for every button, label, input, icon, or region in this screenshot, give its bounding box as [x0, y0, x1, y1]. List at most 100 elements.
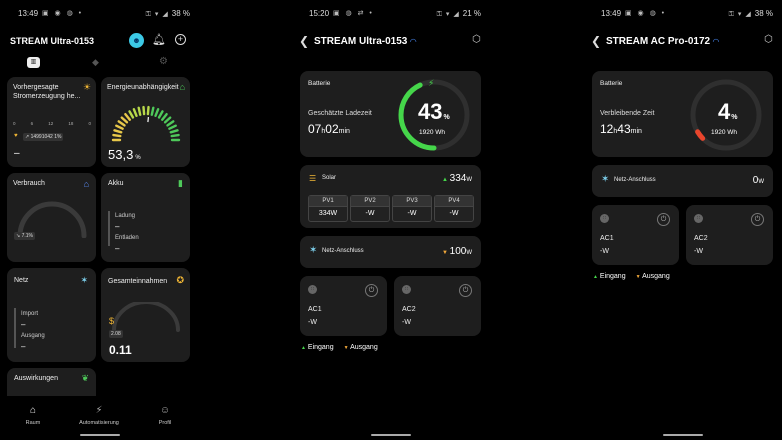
consumption-card[interactable]: Verbrauch ⌂ ↘ 7.1% — [7, 173, 96, 262]
ac1-power-button[interactable]: ⏻ — [657, 213, 670, 226]
ac1-card[interactable]: ∷ ⏻ AC1 -W — [300, 276, 387, 336]
percent-number: 4 — [718, 99, 731, 124]
gauge-tick — [117, 120, 126, 127]
solar-card[interactable]: ☰ Solar ▲ 334W PV1 334W PV2 -W PV3 -W PV4 -W — [300, 165, 481, 228]
ac2-power-button[interactable]: ⏻ — [751, 213, 764, 226]
phone-device-detail-2: 13:49 ▣ ◉ ◍ • ⚿ ▾ ◢ 38 % ❮ STREAM AC Pro-… — [583, 0, 782, 440]
settings-icon[interactable]: ⬡ — [764, 34, 773, 45]
import-value: – — [21, 320, 26, 329]
income-card[interactable]: Gesamteinnahmen ✪ $ 2.08 0.11 — [101, 268, 190, 362]
assistant-avatar-icon[interactable]: ☻ — [129, 33, 144, 48]
solar-unit: W — [466, 177, 472, 183]
grid-card[interactable]: ✶ Netz-Anschluss ▼ 100W — [300, 236, 481, 268]
scale-tick: 0 — [13, 121, 16, 126]
legend-input: Eingang — [599, 273, 626, 280]
ac1-power-button[interactable]: ⏻ — [365, 284, 378, 297]
import-label: Import — [21, 311, 39, 317]
battery-label: Batterie — [600, 80, 623, 87]
nav-automation[interactable]: ⚡ Automatisierung — [69, 405, 129, 426]
back-icon[interactable]: ❮ — [591, 34, 601, 48]
settings-icon[interactable]: ⬡ — [472, 34, 481, 45]
back-icon[interactable]: ❮ — [299, 34, 309, 48]
home-indicator[interactable] — [371, 434, 411, 436]
estimate-time: 07h02min — [308, 122, 350, 136]
grid-card[interactable]: Netz ✶ Import – Ausgang – — [7, 268, 96, 362]
add-icon[interactable]: + — [175, 34, 186, 45]
pv-name: PV1 — [309, 196, 347, 207]
nav-room-label: Raum — [25, 420, 41, 426]
nav-profile-label: Profil — [158, 420, 172, 426]
gauge-tick — [166, 120, 175, 127]
gauge-tick — [150, 106, 155, 116]
status-bar: 13:49 ▣ ◉ ◍ • ⚿ ▾ ◢ 38 % — [583, 9, 782, 21]
system-icons: ⚿ ▾ ◢ — [436, 11, 460, 18]
automation-icon: ⚡ — [95, 405, 103, 416]
status-time: 13:49 — [601, 9, 622, 18]
impact-title: Auswirkungen — [14, 375, 58, 382]
gauge-tick — [142, 105, 146, 116]
pv-value: -W — [407, 210, 417, 217]
ac1-value: -W — [600, 248, 609, 255]
outlet-icon: ∷ — [694, 214, 703, 223]
pv-name: PV3 — [393, 196, 431, 207]
gauge-tick — [128, 110, 135, 119]
output-arrow-icon: ▼ — [635, 274, 641, 280]
battery-card[interactable]: Batterie Geschätzte Ladezeit 07h02min ⚡ … — [300, 71, 481, 157]
grid-value: 0W — [753, 175, 764, 186]
pv4-box: PV4 -W — [434, 195, 474, 222]
ac2-card[interactable]: ∷ ⏻ AC2 -W — [686, 205, 773, 265]
battery-card[interactable]: Akku ▮ Ladung – Entladen – — [101, 173, 190, 262]
pv-name: PV4 — [435, 196, 473, 207]
forecast-title: Vorhergesagte Stromerzeugung he... — [13, 84, 81, 100]
autarky-value: 53,3% — [108, 147, 141, 162]
grid-unit: W — [466, 250, 472, 256]
scale-tick: 6 — [30, 121, 34, 126]
output-arrow-icon: ▼ — [343, 345, 349, 351]
forecast-card[interactable]: Vorhergesagte Stromerzeugung he... ☀ 0 6 1… — [7, 77, 96, 167]
scale-tick: 12 — [48, 121, 54, 126]
notification-icons: ▣ ◍ ⇄ • — [333, 10, 374, 17]
battery-bar — [108, 211, 110, 246]
coin-icon: $ — [109, 316, 115, 326]
system-icons: ⚿ ▾ ◢ — [728, 11, 752, 18]
status-bar: 13:49 ▣ ◉ ◍ • ⚿ ▾ ◢ 38 % — [0, 9, 200, 21]
battery-card[interactable]: Batterie Verbleibende Zeit 12h43min 4% 1… — [592, 71, 773, 157]
pv3-box: PV3 -W — [392, 195, 432, 222]
tab-stats-icon[interactable]: ▥ — [27, 57, 40, 68]
tab-settings-icon[interactable]: ⚙ — [159, 56, 168, 67]
home-indicator[interactable] — [80, 434, 120, 436]
home-icon: ⌂ — [29, 405, 37, 416]
autarky-card[interactable]: Energieunabhängigkeit ⌂ 53,3% — [101, 77, 190, 167]
capacity-text: 1920 Wh — [419, 129, 446, 136]
grid-card[interactable]: ✶ Netz-Anschluss 0W — [592, 165, 773, 197]
gauge-tick — [124, 112, 131, 121]
status-time: 15:20 — [309, 9, 330, 18]
gauge-tick — [170, 133, 180, 138]
income-gauge — [112, 302, 180, 332]
battery-label: Batterie — [308, 80, 331, 87]
down-arrow-icon: ▼ — [442, 250, 450, 256]
export-label: Ausgang — [21, 333, 45, 339]
bell-icon[interactable]: 🔔︎ — [152, 33, 166, 46]
battery-icon: ▮ — [178, 178, 183, 188]
ac2-power-button[interactable]: ⏻ — [459, 284, 472, 297]
ac1-card[interactable]: ∷ ⏻ AC1 -W — [592, 205, 679, 265]
pv-name: PV2 — [351, 196, 389, 207]
consumption-title: Verbrauch — [13, 180, 45, 187]
discharging-label: Entladen — [115, 235, 139, 241]
nav-profile[interactable]: ☺ Profil — [135, 405, 195, 426]
home-energy-icon: ⌂ — [179, 82, 185, 92]
gauge-tick — [113, 129, 123, 134]
ac2-card[interactable]: ∷ ⏻ AC2 -W — [394, 276, 481, 336]
notification-icons: ▣ ◉ ◍ • — [625, 10, 667, 17]
nav-room[interactable]: ⌂ Raum — [3, 405, 63, 426]
income-title: Gesamteinnahmen — [108, 278, 168, 285]
income-value: 0.11 — [109, 343, 132, 357]
gauge-tick — [137, 106, 142, 116]
solar-value: ▲ 334W — [442, 173, 472, 184]
solar-number: 334 — [449, 173, 467, 184]
tab-device-icon[interactable]: ◆ — [92, 57, 99, 68]
minutes: 43 — [617, 122, 631, 136]
gauge-tick — [146, 105, 150, 116]
home-indicator[interactable] — [663, 434, 703, 436]
